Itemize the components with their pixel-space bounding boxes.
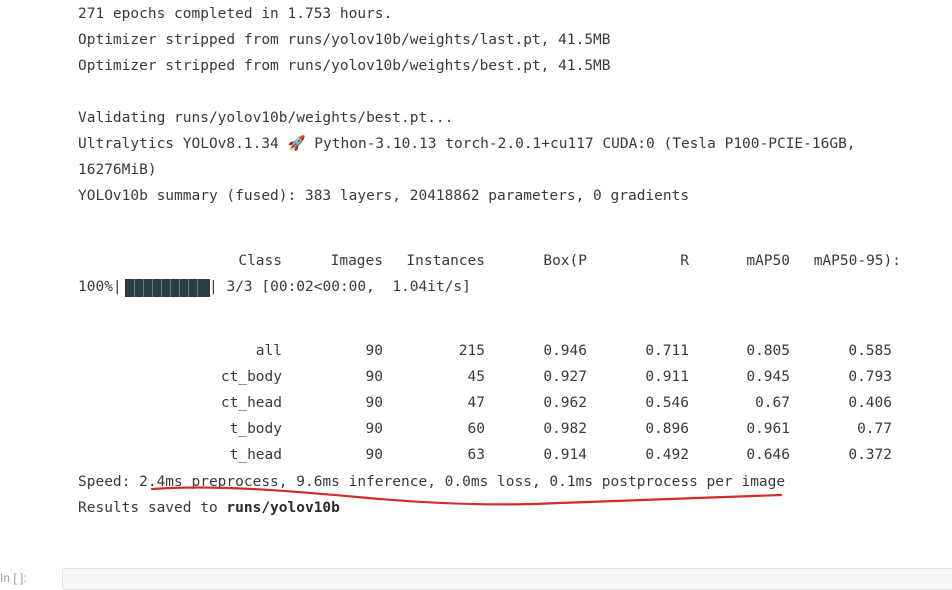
cell-box-p: 0.927	[543, 369, 587, 385]
cell-images: 90	[365, 421, 383, 437]
header-images: Images	[330, 253, 383, 269]
progress-percent: 100%|	[78, 279, 122, 295]
cell-class: all	[255, 343, 282, 359]
cell-images: 90	[365, 395, 383, 411]
speed-line: Speed: 2.4ms preprocess, 9.6ms inference…	[78, 474, 786, 490]
cell-r: 0.911	[645, 369, 689, 385]
cell-box-p: 0.946	[543, 343, 587, 359]
cell-instances: 63	[467, 447, 485, 463]
ultralytics-line: Ultralytics YOLOv8.1.34 🚀 Python-3.10.13…	[78, 136, 856, 152]
cell-images: 90	[365, 343, 383, 359]
cell-map50: 0.67	[755, 395, 790, 411]
optimizer-last-line: Optimizer stripped from runs/yolov10b/we…	[78, 32, 611, 48]
cell-map50-95: 0.585	[848, 343, 892, 359]
cell-images: 90	[365, 447, 383, 463]
cell-map50-95: 0.793	[848, 369, 892, 385]
cell-map50-95: 0.77	[857, 421, 892, 437]
cell-instances: 60	[467, 421, 485, 437]
progress-stats: | 3/3 [00:02<00:00, 1.04it/s]	[209, 279, 471, 295]
epochs-line: 271 epochs completed in 1.753 hours.	[78, 6, 393, 22]
cell-map50: 0.961	[746, 421, 790, 437]
ultralytics-line-wrap: 16276MiB)	[78, 162, 157, 178]
cell-class: t_head	[229, 447, 282, 463]
cell-class: ct_body	[220, 369, 282, 385]
cell-instances: 215	[458, 343, 485, 359]
cell-images: 90	[365, 369, 383, 385]
results-prefix: Results saved to	[78, 500, 227, 516]
header-r: R	[680, 253, 689, 269]
cell-r: 0.492	[645, 447, 689, 463]
cell-r: 0.546	[645, 395, 689, 411]
next-cell-input[interactable]	[62, 568, 952, 590]
cell-box-p: 0.982	[543, 421, 587, 437]
cell-box-p: 0.962	[543, 395, 587, 411]
cell-class: t_body	[229, 421, 282, 437]
results-line: Results saved to runs/yolov10b	[78, 498, 340, 518]
cell-map50: 0.945	[746, 369, 790, 385]
cell-box-p: 0.914	[543, 447, 587, 463]
header-class: Class	[238, 253, 282, 269]
header-instances: Instances	[406, 253, 485, 269]
cell-instances: 47	[467, 395, 485, 411]
cell-map50-95: 0.406	[848, 395, 892, 411]
cell-output: 271 epochs completed in 1.753 hours. Opt…	[0, 0, 952, 584]
results-path: runs/yolov10b	[226, 500, 340, 516]
cell-r: 0.896	[645, 421, 689, 437]
optimizer-best-line: Optimizer stripped from runs/yolov10b/we…	[78, 58, 611, 74]
header-box-p: Box(P	[543, 253, 587, 269]
cell-map50: 0.805	[746, 343, 790, 359]
validating-line: Validating runs/yolov10b/weights/best.pt…	[78, 110, 454, 126]
cell-map50-95: 0.372	[848, 447, 892, 463]
cell-instances: 45	[467, 369, 485, 385]
cell-r: 0.711	[645, 343, 689, 359]
summary-line: YOLOv10b summary (fused): 383 layers, 20…	[78, 188, 690, 204]
header-map50-95: mAP50-95):	[813, 253, 901, 269]
header-map50: mAP50	[746, 253, 790, 269]
cell-class: ct_head	[220, 395, 282, 411]
cell-map50: 0.646	[746, 447, 790, 463]
progress-bar	[125, 279, 210, 297]
